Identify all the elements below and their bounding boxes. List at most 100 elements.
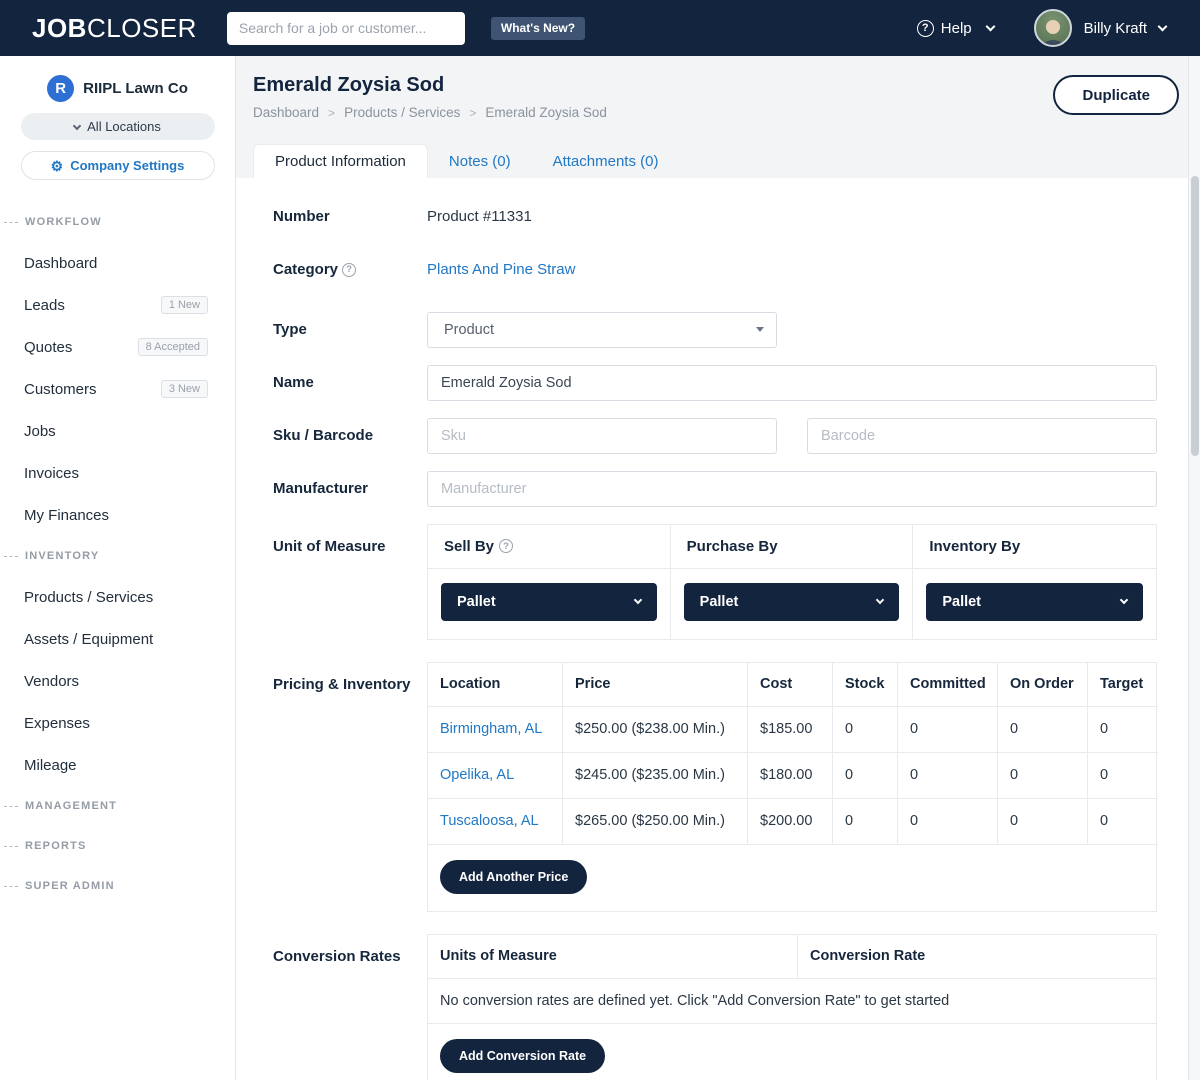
user-avatar[interactable] (1034, 9, 1072, 47)
name-row: Name (273, 365, 1157, 401)
company-settings-button[interactable]: ⚙ Company Settings (21, 151, 215, 180)
sidebar-item-products-services[interactable]: Products / Services (0, 576, 235, 618)
unit-of-measure-row: Unit of Measure Sell By ? Purchase By In… (273, 524, 1157, 640)
location-link[interactable]: Tuscaloosa, AL (440, 813, 539, 829)
section-dashes (4, 886, 18, 887)
app-logo-light: CLOSER (87, 13, 197, 43)
col-header-conversion-rate: Conversion Rate (798, 935, 1156, 979)
sidebar-item-invoices[interactable]: Invoices (0, 452, 235, 494)
cost-cell: $180.00 (748, 753, 833, 799)
all-locations-dropdown[interactable]: All Locations (21, 113, 215, 140)
section-dashes (4, 222, 18, 223)
help-menu[interactable]: ? Help (917, 20, 994, 37)
company-settings-label: Company Settings (70, 158, 184, 173)
top-navigation-bar: JOBCLOSER What's New? ? Help Billy Kraft (0, 0, 1200, 56)
manufacturer-input[interactable] (427, 471, 1157, 507)
barcode-input[interactable] (807, 418, 1157, 454)
user-name[interactable]: Billy Kraft (1084, 20, 1147, 37)
col-header-location: Location (428, 663, 563, 707)
breadcrumb-dashboard[interactable]: Dashboard (253, 105, 319, 120)
conversion-rates-box: Units of Measure Conversion Rate No conv… (427, 934, 1157, 1080)
sidebar-item-leads[interactable]: Leads 1 New (0, 284, 235, 326)
tab-notes[interactable]: Notes (0) (428, 144, 532, 178)
duplicate-button[interactable]: Duplicate (1053, 75, 1179, 115)
person-icon (1036, 17, 1070, 47)
app-logo[interactable]: JOBCLOSER (32, 13, 197, 44)
page-scrollbar[interactable] (1188, 56, 1200, 1080)
select-caret-icon (756, 327, 764, 332)
table-row-birmingham-location: Birmingham, AL (428, 707, 563, 753)
location-link[interactable]: Birmingham, AL (440, 721, 542, 737)
type-select[interactable]: Product (427, 312, 777, 348)
committed-cell: 0 (898, 753, 998, 799)
user-menu-chevron-icon[interactable] (1158, 21, 1168, 31)
pricing-inventory-label: Pricing & Inventory (273, 662, 427, 696)
sell-by-select[interactable]: Pallet (441, 583, 657, 621)
on-order-cell: 0 (998, 799, 1088, 845)
sidebar-item-my-finances[interactable]: My Finances (0, 494, 235, 536)
on-order-cell: 0 (998, 753, 1088, 799)
page-title: Emerald Zoysia Sod (253, 74, 444, 97)
breadcrumb-current: Emerald Zoysia Sod (485, 105, 607, 120)
sidebar-item-jobs[interactable]: Jobs (0, 410, 235, 452)
scrollbar-thumb[interactable] (1191, 176, 1199, 456)
sku-barcode-label: Sku / Barcode (273, 425, 427, 447)
tab-product-information[interactable]: Product Information (253, 144, 428, 178)
col-header-target: Target (1088, 663, 1158, 707)
breadcrumb-separator: > (328, 106, 335, 120)
price-cell: $265.00 ($250.00 Min.) (563, 799, 748, 845)
col-header-price: Price (563, 663, 748, 707)
sku-input[interactable] (427, 418, 777, 454)
price-cell: $245.00 ($235.00 Min.) (563, 753, 748, 799)
sell-by-header: Sell By ? (428, 525, 671, 569)
location-link[interactable]: Opelika, AL (440, 767, 514, 783)
section-header-workflow: WORKFLOW (0, 202, 235, 242)
section-header-super-admin[interactable]: SUPER ADMIN (0, 866, 235, 906)
customers-badge: 3 New (161, 380, 208, 398)
chevron-down-icon (876, 595, 884, 603)
whats-new-button[interactable]: What's New? (491, 17, 585, 40)
company-logo: R (47, 75, 74, 102)
sidebar-item-expenses[interactable]: Expenses (0, 702, 235, 744)
breadcrumb: Dashboard > Products / Services > Emeral… (253, 105, 607, 120)
category-link[interactable]: Plants And Pine Straw (427, 261, 575, 278)
price-cell: $250.00 ($238.00 Min.) (563, 707, 748, 753)
sidebar-item-quotes[interactable]: Quotes 8 Accepted (0, 326, 235, 368)
pricing-inventory-row: Pricing & Inventory Location Price Cost … (273, 662, 1157, 912)
product-information-card: Number Product #11331 Category? Plants A… (236, 178, 1188, 1080)
section-header-reports[interactable]: REPORTS (0, 826, 235, 866)
sidebar-nav: WORKFLOW Dashboard Leads 1 New Quotes 8 … (0, 202, 235, 906)
add-conversion-rate-button[interactable]: Add Conversion Rate (440, 1039, 605, 1073)
help-circle-icon[interactable]: ? (499, 539, 513, 553)
sidebar-item-mileage[interactable]: Mileage (0, 744, 235, 786)
inventory-by-select[interactable]: Pallet (926, 583, 1143, 621)
add-another-price-button[interactable]: Add Another Price (440, 860, 587, 894)
cost-cell: $185.00 (748, 707, 833, 753)
col-header-committed: Committed (898, 663, 998, 707)
help-circle-icon[interactable]: ? (342, 263, 356, 277)
breadcrumb-products-services[interactable]: Products / Services (344, 105, 460, 120)
sku-barcode-row: Sku / Barcode (273, 418, 1157, 454)
sidebar-item-vendors[interactable]: Vendors (0, 660, 235, 702)
manufacturer-row: Manufacturer (273, 471, 1157, 507)
sidebar-item-assets-equipment[interactable]: Assets / Equipment (0, 618, 235, 660)
target-cell: 0 (1088, 799, 1158, 845)
col-header-on-order: On Order (998, 663, 1088, 707)
gear-icon: ⚙ (51, 159, 64, 173)
quotes-badge: 8 Accepted (138, 338, 208, 356)
sidebar-item-dashboard[interactable]: Dashboard (0, 242, 235, 284)
purchase-by-select[interactable]: Pallet (684, 583, 900, 621)
section-header-management[interactable]: MANAGEMENT (0, 786, 235, 826)
company-row: R RIIPL Lawn Co (0, 75, 235, 102)
name-input[interactable] (427, 365, 1157, 401)
cost-cell: $200.00 (748, 799, 833, 845)
pricing-table: Location Price Cost Stock Committed On O… (428, 663, 1156, 845)
category-label: Category? (273, 259, 427, 281)
number-label: Number (273, 206, 427, 228)
chevron-down-icon (985, 21, 995, 31)
global-search-input[interactable] (227, 12, 465, 45)
tab-attachments[interactable]: Attachments (0) (532, 144, 680, 178)
sidebar-item-customers[interactable]: Customers 3 New (0, 368, 235, 410)
unit-of-measure-label: Unit of Measure (273, 524, 427, 558)
table-row-tuscaloosa-location: Tuscaloosa, AL (428, 799, 563, 845)
